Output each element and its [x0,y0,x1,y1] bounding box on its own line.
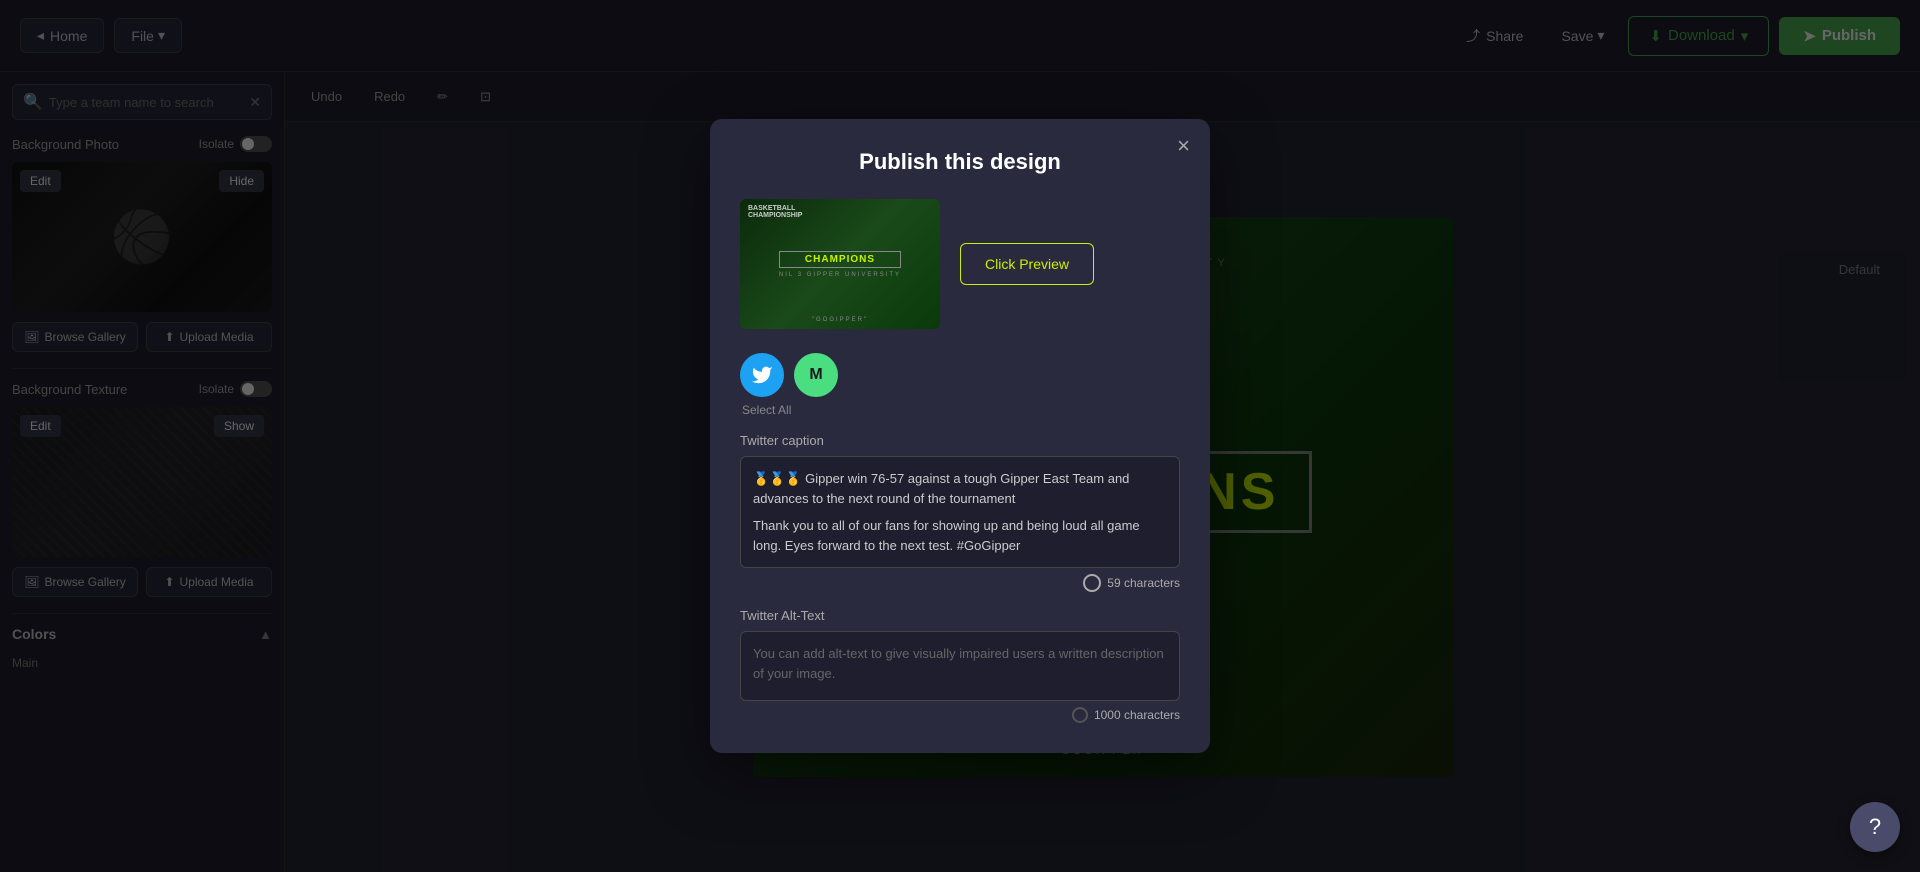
select-all-label: Select All [740,403,1180,417]
modal-title: Publish this design [740,149,1180,175]
meta-col: M [794,353,838,397]
char-count-icon [1083,574,1101,592]
twitter-col [740,353,784,397]
modal-preview-section: CHAMPIONS NIL 3 GIPPER UNIVERSITY BASKET… [740,199,1180,329]
modal-close-button[interactable]: × [1177,135,1190,157]
design-preview-image: CHAMPIONS NIL 3 GIPPER UNIVERSITY BASKET… [740,199,940,329]
social-icons-section: M Select All [740,353,1180,417]
modal-overlay[interactable]: × Publish this design CHAMPIONS NIL 3 GI… [0,0,1920,872]
social-icons-row: M [740,353,1180,397]
twitter-caption-box[interactable]: 🥇🥇🥇 Gipper win 76-57 against a tough Gip… [740,456,1180,568]
alt-char-icon [1072,707,1088,723]
publish-modal: × Publish this design CHAMPIONS NIL 3 GI… [710,119,1210,753]
caption-text: 🥇🥇🥇 Gipper win 76-57 against a tough Gip… [753,469,1167,508]
alt-text-placeholder: You can add alt-text to give visually im… [753,644,1167,683]
twitter-alt-text-label: Twitter Alt-Text [740,608,1180,623]
twitter-caption-section: Twitter caption 🥇🥇🥇 Gipper win 76-57 aga… [740,433,1180,592]
alt-char-count-row: 1000 characters [740,707,1180,723]
char-count-text: 59 characters [1107,576,1180,590]
alt-char-count-text: 1000 characters [1094,708,1180,722]
char-count-row: 59 characters [740,574,1180,592]
twitter-caption-label: Twitter caption [740,433,1180,448]
alt-text-box[interactable]: You can add alt-text to give visually im… [740,631,1180,701]
twitter-alt-text-section: Twitter Alt-Text You can add alt-text to… [740,608,1180,723]
twitter-icon[interactable] [740,353,784,397]
help-button[interactable]: ? [1850,802,1900,852]
meta-icon[interactable]: M [794,353,838,397]
click-preview-button[interactable]: Click Preview [960,243,1094,285]
caption-text-2: Thank you to all of our fans for showing… [753,516,1167,555]
